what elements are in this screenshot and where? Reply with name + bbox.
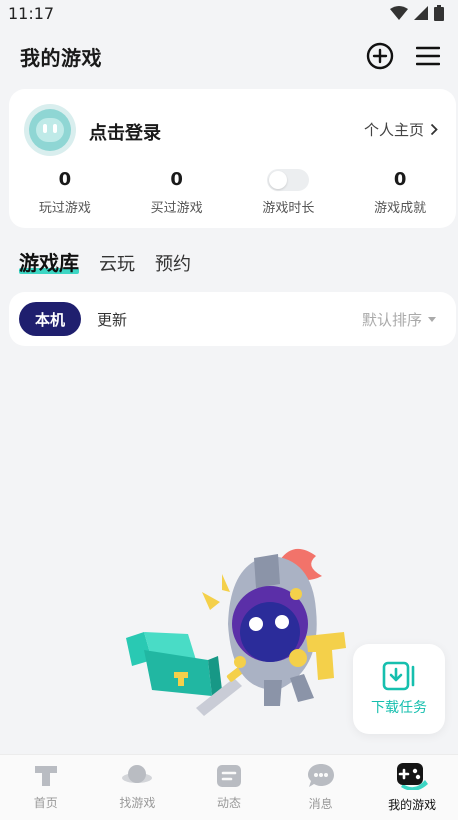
stat-label: 买过游戏	[150, 201, 203, 216]
profile-stats: 0 玩过游戏 0 买过游戏 游戏时长 0 游戏成就	[9, 169, 456, 216]
header-actions	[366, 42, 440, 70]
sort-dropdown[interactable]: 默认排序	[362, 309, 436, 330]
robot-avatar-icon	[29, 109, 71, 151]
profile-home-link[interactable]: 个人主页	[364, 119, 438, 140]
chevron-right-icon	[430, 123, 438, 136]
battery-icon	[434, 5, 444, 21]
stat-played[interactable]: 0 玩过游戏	[9, 169, 121, 216]
tab-label: 云玩	[99, 254, 135, 275]
tabbar-item-discover[interactable]: 找游戏	[92, 755, 184, 820]
wifi-icon	[390, 6, 408, 20]
add-circle-icon[interactable]	[366, 42, 394, 70]
stat-achievements[interactable]: 0 游戏成就	[344, 169, 456, 216]
playtime-toggle[interactable]	[267, 169, 310, 191]
signal-icon	[414, 6, 428, 20]
sort-label: 默认排序	[361, 310, 422, 329]
tab-library[interactable]: 游戏库	[19, 247, 79, 276]
tab-label: 预约	[155, 254, 191, 275]
profile-card: 点击登录 个人主页 0 玩过游戏 0 买过游戏 游戏时长 0 游戏成就	[9, 89, 456, 228]
treasure-chest-icon	[126, 632, 222, 696]
status-bar: 11:17	[0, 0, 458, 26]
knight-mascot-icon	[228, 548, 346, 706]
caret-down-icon	[428, 316, 436, 322]
tab-reservations[interactable]: 预约	[155, 250, 191, 276]
filter-bar: 本机 更新 默认排序	[9, 292, 456, 346]
tabbar-label: 我的游戏	[388, 798, 437, 812]
tabbar-label: 动态	[216, 796, 241, 810]
menu-icon[interactable]	[416, 45, 440, 67]
stat-label: 玩过游戏	[38, 201, 91, 216]
login-link[interactable]: 点击登录	[89, 119, 161, 145]
stat-label: 游戏时长	[262, 201, 315, 216]
tabbar-item-home[interactable]: 首页	[0, 755, 92, 820]
library-tabs: 游戏库 云玩 预约	[19, 246, 191, 276]
home-icon	[34, 766, 57, 786]
download-label: 下载任务	[371, 700, 427, 716]
status-time: 11:17	[8, 3, 55, 23]
tabbar-label: 消息	[308, 797, 333, 811]
gamepad-icon	[397, 763, 429, 790]
stat-label: 游戏成就	[374, 201, 427, 216]
feed-icon	[216, 765, 241, 787]
stat-value: 0	[58, 169, 72, 190]
tab-label: 游戏库	[19, 251, 79, 275]
tabbar-label: 首页	[33, 796, 58, 810]
header: 我的游戏	[0, 36, 458, 76]
tabbar-label: 找游戏	[119, 796, 156, 810]
tabbar-item-my-games[interactable]: 我的游戏	[366, 755, 458, 820]
status-icons	[390, 5, 444, 21]
tab-cloud[interactable]: 云玩	[99, 250, 135, 276]
chat-bubble-icon	[307, 764, 334, 787]
stat-value: 0	[393, 169, 407, 190]
stat-value: 0	[170, 169, 183, 190]
profile-home-label: 个人主页	[363, 121, 424, 139]
page-title: 我的游戏	[20, 45, 102, 70]
filter-update-button[interactable]: 更新	[97, 309, 127, 330]
stat-playtime[interactable]: 游戏时长	[233, 169, 345, 216]
stat-bought[interactable]: 0 买过游戏	[121, 169, 233, 216]
avatar[interactable]	[24, 104, 76, 156]
empty-state-illustration	[126, 548, 346, 716]
planet-icon	[122, 765, 153, 783]
download-tasks-button[interactable]: 下载任务	[353, 644, 445, 734]
bottom-tabbar: 首页 找游戏 动态 消息 我的游戏	[0, 754, 458, 820]
filter-local-button[interactable]: 本机	[19, 302, 82, 336]
tabbar-item-messages[interactable]: 消息	[275, 755, 367, 820]
download-icon	[382, 661, 415, 691]
tabbar-item-feed[interactable]: 动态	[183, 755, 275, 820]
